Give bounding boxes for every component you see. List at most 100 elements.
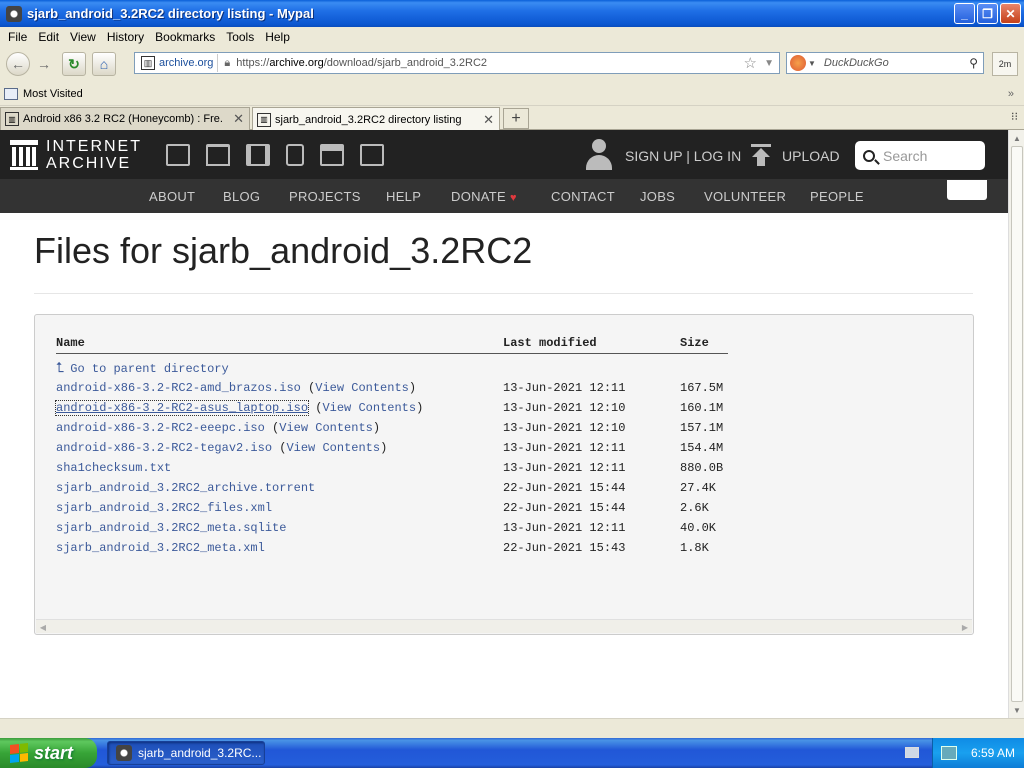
- user-icon[interactable]: [586, 139, 612, 171]
- parent-directory-label: Go to parent directory: [70, 362, 229, 376]
- file-name-cell: android-x86-3.2-RC2-amd_brazos.iso (View…: [56, 381, 417, 395]
- file-size-cell: 27.4K: [680, 481, 717, 495]
- vertical-scrollbar[interactable]: ▲ ▼: [1008, 130, 1024, 718]
- site-identity-button[interactable]: ▥ archive.org: [137, 54, 219, 72]
- menu-file[interactable]: File: [4, 30, 34, 44]
- scroll-left-icon[interactable]: ◀: [37, 621, 49, 633]
- scroll-down-icon[interactable]: ▼: [1010, 703, 1024, 717]
- web-icon[interactable]: [166, 144, 190, 166]
- navigation-toolbar: ← → ↻ ⌂ ▥ archive.org 🔒︎ https://archive…: [0, 46, 1024, 82]
- audio-icon[interactable]: [286, 144, 304, 166]
- scroll-right-icon[interactable]: ▶: [959, 621, 971, 633]
- home-button[interactable]: ⌂: [92, 52, 116, 76]
- menu-bookmarks[interactable]: Bookmarks: [151, 30, 222, 44]
- header-divider: [56, 353, 728, 354]
- nav-volunteer[interactable]: VOLUNTEER: [704, 189, 786, 204]
- nav-jobs[interactable]: JOBS: [640, 189, 675, 204]
- file-link[interactable]: android-x86-3.2-RC2-asus_laptop.iso: [54, 400, 310, 416]
- parent-directory-link[interactable]: ⮤ Go to parent directory: [56, 361, 229, 377]
- file-link[interactable]: sha1checksum.txt: [56, 461, 171, 475]
- file-link[interactable]: sjarb_android_3.2RC2_files.xml: [56, 501, 272, 515]
- internet-archive-logo[interactable]: INTERNET ARCHIVE: [10, 138, 142, 172]
- menu-view[interactable]: View: [66, 30, 103, 44]
- tab-android-x86[interactable]: ▥ Android x86 3.2 RC2 (Honeycomb) : Fre.…: [0, 107, 250, 130]
- tab-close-icon[interactable]: ✕: [233, 111, 244, 127]
- file-link[interactable]: android-x86-3.2-RC2-eeepc.iso: [56, 421, 265, 435]
- logo-wordmark: INTERNET ARCHIVE: [46, 138, 142, 172]
- archive-favicon-icon: ▥: [257, 112, 271, 127]
- url-dropdown-icon[interactable]: ▼: [764, 58, 774, 69]
- file-name-cell: android-x86-3.2-RC2-asus_laptop.iso (Vie…: [54, 400, 424, 416]
- address-bar[interactable]: ▥ archive.org 🔒︎ https://archive.org/dow…: [134, 52, 780, 74]
- signup-login-link[interactable]: SIGN UP | LOG IN: [625, 148, 741, 164]
- upload-icon[interactable]: [751, 144, 771, 166]
- texts-icon[interactable]: [206, 144, 230, 166]
- menu-tools[interactable]: Tools: [222, 30, 261, 44]
- directory-listing: Name Last modified Size ⮤ Go to parent di…: [34, 314, 974, 635]
- nav-people[interactable]: PEOPLE: [810, 189, 864, 204]
- tab-label: sjarb_android_3.2RC2 directory listing: [275, 113, 462, 126]
- most-visited-bookmark[interactable]: Most Visited: [23, 88, 83, 100]
- menu-help[interactable]: Help: [261, 30, 297, 44]
- nav-donate-label: DONATE: [451, 189, 507, 204]
- view-contents-link[interactable]: View Contents: [315, 381, 409, 395]
- window-title-bar[interactable]: sjarb_android_3.2RC2 directory listing -…: [0, 0, 1024, 27]
- software-icon[interactable]: [320, 144, 344, 166]
- tab-list-button[interactable]: ⁝⁝: [1011, 110, 1018, 123]
- clock[interactable]: 6:59 AM: [971, 746, 1015, 760]
- images-icon[interactable]: [360, 144, 384, 166]
- taskbar-window-button[interactable]: sjarb_android_3.2RC...: [107, 741, 265, 765]
- page-title: Files for sjarb_android_3.2RC2: [34, 230, 533, 271]
- ia-search-input[interactable]: Search: [855, 141, 985, 170]
- view-contents-link[interactable]: View Contents: [322, 401, 416, 415]
- tab-directory-listing[interactable]: ▥ sjarb_android_3.2RC2 directory listing…: [252, 107, 500, 131]
- start-button[interactable]: start: [0, 738, 97, 768]
- bookmark-star-icon[interactable]: ☆: [744, 54, 757, 72]
- keyboard-icon[interactable]: [905, 747, 919, 758]
- forward-button[interactable]: →: [32, 52, 56, 76]
- video-icon[interactable]: [246, 144, 270, 166]
- duckduckgo-icon[interactable]: [790, 55, 806, 71]
- upload-link[interactable]: UPLOAD: [782, 148, 840, 164]
- page-viewport: INTERNET ARCHIVE SIGN UP | LOG IN UPLOAD…: [0, 130, 1008, 718]
- search-icon: [863, 149, 875, 162]
- bookmarks-overflow-button[interactable]: »: [1008, 88, 1014, 100]
- back-button[interactable]: ←: [6, 52, 30, 76]
- search-icon[interactable]: ⚲: [969, 56, 978, 70]
- nav-about[interactable]: ABOUT: [149, 189, 195, 204]
- scroll-up-icon[interactable]: ▲: [1010, 131, 1024, 145]
- close-button[interactable]: ✕: [1000, 3, 1021, 24]
- minimize-button[interactable]: _: [954, 3, 975, 24]
- nav-help[interactable]: HELP: [386, 189, 421, 204]
- menu-edit[interactable]: Edit: [34, 30, 66, 44]
- restore-button[interactable]: ❐: [977, 3, 998, 24]
- menu-history[interactable]: History: [103, 30, 151, 44]
- reload-icon: ↻: [68, 55, 80, 72]
- view-contents-link[interactable]: View Contents: [286, 441, 380, 455]
- view-contents-link[interactable]: View Contents: [279, 421, 373, 435]
- url-text[interactable]: https://archive.org/download/sjarb_andro…: [236, 57, 487, 69]
- new-tab-button[interactable]: +: [503, 108, 529, 129]
- tab-label: Android x86 3.2 RC2 (Honeycomb) : Fre...: [23, 113, 223, 125]
- file-link[interactable]: sjarb_android_3.2RC2_archive.torrent: [56, 481, 315, 495]
- archive-favicon-icon: ▥: [5, 112, 19, 126]
- nav-donate[interactable]: DONATE ♥: [451, 189, 517, 204]
- nav-contact[interactable]: CONTACT: [551, 189, 615, 204]
- reload-button[interactable]: ↻: [62, 52, 86, 76]
- nav-projects[interactable]: PROJECTS: [289, 189, 361, 204]
- file-link[interactable]: android-x86-3.2-RC2-tegav2.iso: [56, 441, 272, 455]
- file-link[interactable]: android-x86-3.2-RC2-amd_brazos.iso: [56, 381, 301, 395]
- extension-button[interactable]: 2m: [992, 52, 1018, 76]
- tab-close-icon[interactable]: ✕: [483, 112, 494, 128]
- file-modified-cell: 13-Jun-2021 12:10: [503, 421, 626, 435]
- site-identity-label: archive.org: [159, 57, 214, 69]
- nav-blog[interactable]: BLOG: [223, 189, 260, 204]
- file-link[interactable]: sjarb_android_3.2RC2_meta.xml: [56, 541, 265, 555]
- network-icon[interactable]: [941, 746, 957, 760]
- horizontal-scrollbar[interactable]: ◀ ▶: [36, 619, 972, 633]
- scrollbar-thumb[interactable]: [1011, 146, 1023, 702]
- file-size-cell: 880.0B: [680, 461, 724, 475]
- search-engine-dropdown-icon[interactable]: ▼: [808, 59, 816, 68]
- file-link[interactable]: sjarb_android_3.2RC2_meta.sqlite: [56, 521, 286, 535]
- search-bar[interactable]: ▼ DuckDuckGo ⚲: [786, 52, 984, 74]
